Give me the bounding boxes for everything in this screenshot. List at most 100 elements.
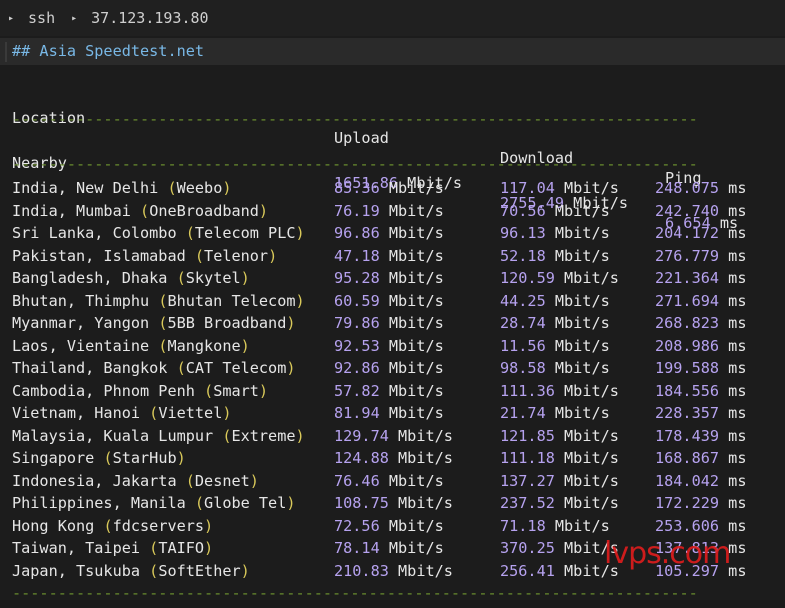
row-location: Cambodia, Phnom Penh bbox=[12, 381, 195, 400]
row-upload: 85.36 bbox=[334, 179, 380, 197]
row-location: Philippines, Manila bbox=[12, 494, 186, 512]
row-isp: Extreme bbox=[231, 426, 296, 445]
row-download: 96.13 bbox=[500, 224, 546, 242]
row-ping: 253.606 bbox=[655, 516, 720, 535]
row-ping: 199.588 bbox=[655, 359, 720, 377]
separator-line: ----------------------------------------… bbox=[12, 155, 698, 173]
row-download: 111.18 bbox=[500, 449, 555, 467]
row-isp: 5BB Broadband bbox=[167, 314, 287, 332]
row-upload: 57.82 bbox=[334, 381, 380, 400]
row-location: Malaysia, Kuala Lumpur bbox=[12, 426, 214, 445]
row-isp: Bhutan Telecom bbox=[167, 291, 296, 310]
column-header-row: Location Upload Download Ping bbox=[12, 88, 702, 187]
row-isp: Mangkone bbox=[167, 336, 241, 355]
row-isp: CAT Telecom bbox=[185, 359, 287, 377]
row-download: 44.25 bbox=[500, 291, 546, 310]
row-ping: 208.986 bbox=[655, 336, 720, 355]
row-ping: 221.364 bbox=[655, 269, 720, 287]
row-location: Singapore bbox=[12, 449, 95, 467]
row-download: 117.04 bbox=[500, 179, 555, 197]
row-upload: 76.46 bbox=[334, 471, 380, 490]
separator-line: ----------------------------------------… bbox=[12, 110, 698, 128]
row-isp: Telecom PLC bbox=[194, 224, 296, 242]
row-download: 11.56 bbox=[500, 336, 546, 355]
terminal-titlebar: ▸ ssh ▸ 37.123.193.80 bbox=[0, 0, 785, 36]
row-download: 256.41 bbox=[500, 561, 555, 580]
row-ping: 271.694 bbox=[655, 291, 720, 310]
row-upload: 92.53 bbox=[334, 336, 380, 355]
row-download: 237.52 bbox=[500, 494, 555, 512]
row-isp: Skytel bbox=[185, 269, 241, 287]
column-header-upload: Upload bbox=[334, 129, 389, 147]
row-location: India, New Delhi bbox=[12, 179, 159, 197]
row-location: Bangladesh, Dhaka bbox=[12, 269, 168, 287]
row-location: Thailand, Bangkok bbox=[12, 359, 168, 377]
row-upload: 72.56 bbox=[334, 516, 380, 535]
row-ping: 184.042 bbox=[655, 471, 720, 490]
row-download: 98.58 bbox=[500, 359, 546, 377]
row-upload: 124.88 bbox=[334, 449, 389, 467]
row-location: Bhutan, Thimphu bbox=[12, 291, 150, 310]
chevron-right-icon[interactable]: ▸ bbox=[8, 13, 14, 24]
row-isp: Viettel bbox=[158, 404, 223, 422]
watermark: lvps.com bbox=[604, 536, 731, 571]
row-isp: Globe Tel bbox=[204, 494, 287, 512]
row-isp: TAIFO bbox=[158, 539, 205, 557]
row-isp: StarHub bbox=[112, 449, 177, 467]
row-download: 121.85 bbox=[500, 426, 555, 445]
row-upload: 47.18 bbox=[334, 246, 380, 265]
row-location: Indonesia, Jakarta bbox=[12, 471, 177, 490]
row-ping: 184.556 bbox=[655, 381, 720, 400]
section-heading: ## Asia Speedtest.net bbox=[12, 42, 205, 60]
row-download: 28.74 bbox=[500, 314, 546, 332]
row-location: Taiwan, Taipei bbox=[12, 539, 141, 557]
row-upload: 76.19 bbox=[334, 201, 380, 220]
row-isp: Weebo bbox=[176, 179, 223, 197]
row-isp: SoftEther bbox=[158, 561, 241, 580]
row-download: 120.59 bbox=[500, 269, 555, 287]
row-location: Vietnam, Hanoi bbox=[12, 404, 141, 422]
row-download: 137.27 bbox=[500, 471, 555, 490]
host-label: 37.123.193.80 bbox=[91, 9, 209, 27]
row-upload: 60.59 bbox=[334, 291, 380, 310]
row-location: Myanmar, Yangon bbox=[12, 314, 150, 332]
row-ping: 178.439 bbox=[655, 426, 720, 445]
row-ping: 242.740 bbox=[655, 201, 720, 220]
row-upload: 96.86 bbox=[334, 224, 380, 242]
row-download: 370.25 bbox=[500, 539, 555, 557]
row-location: Hong Kong bbox=[12, 516, 95, 535]
nearby-row: Nearby 1651.86 Mbit/s 2755.49 Mbit/s 6.6… bbox=[12, 154, 739, 232]
row-download: 70.56 bbox=[500, 201, 546, 220]
row-isp: Desnet bbox=[194, 471, 250, 490]
row-download: 111.36 bbox=[500, 381, 555, 400]
chevron-right-icon[interactable]: ▸ bbox=[71, 13, 77, 24]
row-download: 52.18 bbox=[500, 246, 546, 265]
row-location: Sri Lanka, Colombo bbox=[12, 224, 177, 242]
row-location: Japan, Tsukuba bbox=[12, 561, 141, 580]
row-isp: OneBroadband bbox=[149, 201, 259, 220]
row-ping: 168.867 bbox=[655, 449, 720, 467]
row-ping: 248.075 bbox=[655, 179, 720, 197]
row-upload: 81.94 bbox=[334, 404, 380, 422]
row-ping: 172.229 bbox=[655, 494, 720, 512]
row-isp: fdcservers bbox=[112, 516, 205, 535]
row-isp: Smart bbox=[213, 381, 259, 400]
section-heading-bar: ## Asia Speedtest.net bbox=[0, 38, 785, 65]
row-ping: 268.823 bbox=[655, 314, 720, 332]
row-location: India, Mumbai bbox=[12, 201, 131, 220]
row-upload: 95.28 bbox=[334, 269, 380, 287]
row-ping: 276.779 bbox=[655, 246, 720, 265]
command-label: ssh bbox=[28, 9, 56, 27]
row-download: 71.18 bbox=[500, 516, 546, 535]
row-location: Pakistan, Islamabad bbox=[12, 246, 186, 265]
row-ping: 204.172 bbox=[655, 224, 720, 242]
row-upload: 92.86 bbox=[334, 359, 380, 377]
row-upload: 210.83 bbox=[334, 561, 389, 580]
row-upload: 108.75 bbox=[334, 494, 389, 512]
row-ping: 228.357 bbox=[655, 404, 720, 422]
row-upload: 79.86 bbox=[334, 314, 380, 332]
row-upload: 129.74 bbox=[334, 426, 389, 445]
row-download: 21.74 bbox=[500, 404, 546, 422]
row-upload: 78.14 bbox=[334, 539, 380, 557]
row-location: Laos, Vientaine bbox=[12, 336, 150, 355]
